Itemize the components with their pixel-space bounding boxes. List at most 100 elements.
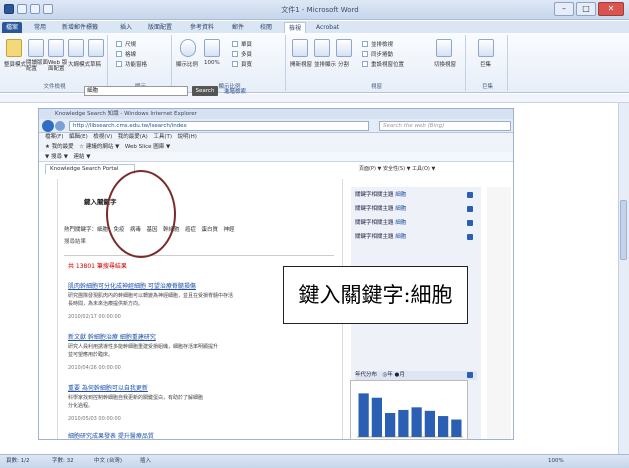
minimize-button[interactable]: – <box>554 2 574 16</box>
result-title: 肌肉幹細胞可分化成神經細胞 可望治療脊髓損傷 <box>68 283 196 290</box>
tab-7[interactable]: 校閱 <box>256 22 276 33</box>
tab-8[interactable]: 檢視 <box>284 22 307 33</box>
chart-bar <box>411 407 422 437</box>
sync-scroll-icon[interactable] <box>362 51 368 57</box>
page-width-label[interactable]: 頁寬 <box>241 60 252 68</box>
group-window: 開新視窗 並排顯示 分割 並排檢視 同步捲動 重設視窗位置 切換視窗 視窗 <box>288 35 466 91</box>
sidebar-row: 關鍵字相關主題 細胞 <box>355 233 477 242</box>
vertical-scrollbar[interactable] <box>618 103 629 454</box>
chart-bar <box>451 419 462 437</box>
two-pages-label[interactable]: 多頁 <box>241 50 252 58</box>
ribbon-tabs: 檔案 常用 新增郵件標籤 插入 版面配置 參考資料 郵件 校閱 檢視 Acrobat <box>0 21 629 33</box>
tab-5[interactable]: 參考資料 <box>186 22 218 33</box>
word-count[interactable]: 字數: 32 <box>52 455 74 468</box>
maximize-button[interactable]: □ <box>576 2 596 16</box>
full-screen-reading-icon[interactable] <box>28 39 44 57</box>
group-label: 巨集 <box>481 84 493 90</box>
outline-label[interactable]: 大綱模式 <box>68 60 90 68</box>
zoom-icon[interactable] <box>180 39 196 57</box>
result-title: 新文獻 幹細胞治療 細胞重建研究 <box>68 334 156 341</box>
result-date: 2010/02/17 00:00:00 <box>68 314 121 320</box>
tab-0[interactable]: 檔案 <box>2 22 23 33</box>
web-layout-icon[interactable] <box>48 39 64 57</box>
zoom-100-icon[interactable] <box>204 39 220 57</box>
ruler-label: 尺規 <box>125 42 137 48</box>
status-bar: 頁數: 1/2 字數: 32 中文 (台灣) 插入 100% <box>0 454 629 468</box>
result-date: 2010/04/26 00:00:00 <box>68 365 121 371</box>
split-label[interactable]: 分割 <box>338 60 349 68</box>
window-title: 文件1 - Microsoft Word <box>281 6 359 14</box>
tab-1[interactable]: 常用 <box>30 22 50 33</box>
browser-menu: 檔案(F) 編輯(E) 檢視(V) 我的最愛(A) 工具(T) 說明(H) <box>39 133 513 142</box>
zoom-label[interactable]: 顯示比例 <box>176 60 198 68</box>
arrange-all-icon[interactable] <box>314 39 330 57</box>
zoom-100-label[interactable]: 100% <box>204 60 220 66</box>
draft-label[interactable]: 草稿 <box>90 60 101 68</box>
tab-2[interactable]: 新增郵件標籤 <box>58 22 102 33</box>
navigation-pane-checkbox[interactable] <box>116 61 122 67</box>
result-snippet: 長時間，為未來治療提供新方向。 <box>68 301 144 307</box>
result-heading: 搜尋結果 <box>64 239 87 245</box>
chart-bar <box>424 410 435 437</box>
group-show: 尺規 格線 功能窗格 顯示 <box>110 35 172 91</box>
tab-6[interactable]: 郵件 <box>228 22 248 33</box>
split-icon[interactable] <box>336 39 352 57</box>
scrollbar-thumb[interactable] <box>620 200 627 260</box>
ruler-checkbox[interactable] <box>116 41 122 47</box>
new-window-label[interactable]: 開新視窗 <box>290 60 312 68</box>
macros-icon[interactable] <box>478 39 494 57</box>
arrange-all-label[interactable]: 並排顯示 <box>314 60 336 68</box>
result-snippet: 分化過程。 <box>68 403 94 409</box>
page-count[interactable]: 頁數: 1/2 <box>6 455 29 468</box>
browser-tab: Knowledge Search Portal <box>45 164 135 174</box>
sync-scroll-label[interactable]: 同步捲動 <box>371 50 393 58</box>
hot-keywords: 熱門關鍵字：細胞 免疫 病毒 基因 幹細胞 癌症 蛋白質 神經 <box>64 227 235 233</box>
outline-icon[interactable] <box>68 39 84 57</box>
undo-icon[interactable] <box>30 4 40 14</box>
print-layout-icon[interactable] <box>6 39 22 57</box>
reset-window-label[interactable]: 重設視窗位置 <box>371 60 404 68</box>
chart-bar <box>385 413 396 437</box>
switch-windows-label[interactable]: 切換視窗 <box>434 60 456 68</box>
redo-icon[interactable] <box>43 4 53 14</box>
result-snippet: 研究人員利用誘導性多能幹細胞重建受損組織，細胞存活率明顯提升 <box>68 344 219 350</box>
browser-address-bar: http://libsearch.cms.edu.tw/lsearch/inde… <box>39 119 513 133</box>
draft-icon[interactable] <box>88 39 104 57</box>
forward-icon <box>55 121 65 131</box>
web-layout-label[interactable]: Web 版面配置 <box>48 60 68 72</box>
side-by-side-icon[interactable] <box>362 41 368 47</box>
close-button[interactable]: ✕ <box>598 2 624 16</box>
new-window-icon[interactable] <box>292 39 308 57</box>
browser-title: Knowledge Search 知識 - Windows Internet E… <box>39 109 513 119</box>
chart-bar <box>438 416 449 437</box>
result-snippet: 並可望應用於臨床。 <box>68 352 114 358</box>
browser-toolbar: ▼ 搜尋 ▼ 連結 ▼ <box>39 152 513 162</box>
insert-mode[interactable]: 插入 <box>140 455 151 468</box>
group-document-views: 整頁模式 閱讀版面配置 Web 版面配置 大綱模式 草稿 文件檢視 <box>2 35 108 91</box>
advanced-search-link: 進階檢索 <box>224 89 247 95</box>
tab-4[interactable]: 版面配置 <box>144 22 176 33</box>
one-page-label[interactable]: 單頁 <box>241 40 252 48</box>
two-pages-icon[interactable] <box>232 51 238 57</box>
sidebar-row: 關鍵字相關主題 細胞 <box>355 219 477 228</box>
print-layout-label[interactable]: 整頁模式 <box>4 60 26 68</box>
expand-icon <box>467 372 473 378</box>
side-by-side-label[interactable]: 並排檢視 <box>371 40 393 48</box>
tab-3[interactable]: 插入 <box>116 22 136 33</box>
language[interactable]: 中文 (台灣) <box>94 455 122 468</box>
zoom-level[interactable]: 100% <box>548 455 564 468</box>
reset-window-icon[interactable] <box>362 61 368 67</box>
gridlines-checkbox[interactable] <box>116 51 122 57</box>
result-count: 共 13801 筆搜尋結果 <box>68 263 127 270</box>
save-icon[interactable] <box>17 4 27 14</box>
chart-bar <box>358 393 369 437</box>
macros-label[interactable]: 巨集 <box>480 60 491 68</box>
expand-icon <box>467 206 473 212</box>
page-width-icon[interactable] <box>232 61 238 67</box>
group-macros: 巨集 巨集 <box>468 35 508 91</box>
one-page-icon[interactable] <box>232 41 238 47</box>
reading-layout-label[interactable]: 閱讀版面配置 <box>26 60 48 72</box>
chart-header: 年代分布 ◎年 ●月 <box>355 371 477 380</box>
switch-windows-icon[interactable] <box>436 39 452 57</box>
tab-9[interactable]: Acrobat <box>312 22 343 33</box>
